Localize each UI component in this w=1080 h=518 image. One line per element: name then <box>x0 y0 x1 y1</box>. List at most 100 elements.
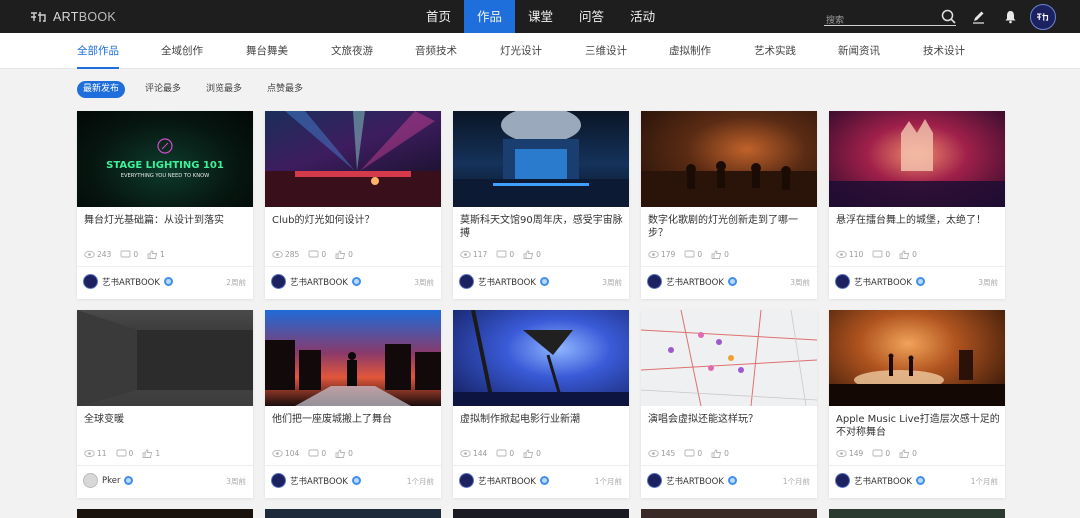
publish-time: 3周前 <box>414 278 434 287</box>
author-name[interactable]: 艺书ARTBOOK <box>102 276 160 288</box>
card-title[interactable]: Apple Music Live打造层次感十足的不对称舞台 <box>836 413 1000 439</box>
category-audio[interactable]: 音频技术 <box>415 33 457 69</box>
logo[interactable]: ARTBOOK <box>29 8 116 26</box>
author-name[interactable]: 艺书ARTBOOK <box>666 475 724 487</box>
author-avatar[interactable] <box>271 274 286 289</box>
category-all[interactable]: 全部作品 <box>77 33 119 69</box>
author-avatar[interactable] <box>835 473 850 488</box>
card-author[interactable]: 艺书ARTBOOK <box>271 473 361 488</box>
category-art-practice[interactable]: 艺术实践 <box>754 33 796 69</box>
sort-most-comments[interactable]: 评论最多 <box>139 81 187 98</box>
bell-icon[interactable] <box>1003 9 1018 24</box>
card-title[interactable]: 全球变暖 <box>84 413 248 426</box>
card-thumbnail[interactable] <box>641 111 817 207</box>
user-avatar[interactable] <box>1030 4 1056 30</box>
category-tech-design[interactable]: 技术设计 <box>923 33 965 69</box>
sort-most-likes[interactable]: 点赞最多 <box>261 81 309 98</box>
sort-newest[interactable]: 最新发布 <box>77 81 126 98</box>
card-thumbnail[interactable] <box>453 111 629 207</box>
publish-time: 3周前 <box>978 278 998 287</box>
nav-works[interactable]: 作品 <box>464 0 516 33</box>
card-author[interactable]: 艺书ARTBOOK <box>271 274 361 289</box>
author-name[interactable]: 艺书ARTBOOK <box>290 475 348 487</box>
author-name[interactable]: 艺书ARTBOOK <box>290 276 348 288</box>
search-icon[interactable] <box>941 9 956 24</box>
comments-count: 0 <box>509 448 515 458</box>
card-thumbnail[interactable] <box>829 310 1005 406</box>
author-avatar[interactable] <box>647 274 662 289</box>
work-card[interactable]: Apple Music Live打造层次感十足的不对称舞台 149 0 0 艺书… <box>829 310 1005 498</box>
card-thumbnail-partial[interactable] <box>829 509 1005 518</box>
category-lighting[interactable]: 灯光设计 <box>500 33 542 69</box>
category-news[interactable]: 新闻资讯 <box>838 33 880 69</box>
card-title[interactable]: 莫斯科天文馆90周年庆，感受宇宙脉搏 <box>460 214 624 240</box>
author-name[interactable]: 艺书ARTBOOK <box>666 276 724 288</box>
card-author[interactable]: 艺书ARTBOOK <box>459 473 549 488</box>
category-omni[interactable]: 全域创作 <box>161 33 203 69</box>
author-avatar[interactable] <box>835 274 850 289</box>
card-author[interactable]: Pker <box>83 473 134 488</box>
card-thumbnail-partial[interactable] <box>265 509 441 518</box>
card-author[interactable]: 艺书ARTBOOK <box>459 274 549 289</box>
card-title[interactable]: 数字化歌剧的灯光创新走到了哪一步？ <box>648 214 812 240</box>
logo-mark-icon <box>31 12 46 22</box>
author-avatar[interactable] <box>83 274 98 289</box>
nav-home[interactable]: 首页 <box>413 0 464 33</box>
card-title[interactable]: 悬浮在擂台舞上的城堡，太绝了！ <box>836 214 1000 227</box>
work-card[interactable]: 数字化歌剧的灯光创新走到了哪一步？ 179 0 0 艺书ARTBOOK 3周前 <box>641 111 817 299</box>
category-3d[interactable]: 三维设计 <box>585 33 627 69</box>
comment-icon <box>116 449 126 456</box>
author-avatar[interactable] <box>459 473 474 488</box>
likes-stat: 0 <box>523 449 541 458</box>
author-avatar[interactable] <box>647 473 662 488</box>
category-virtual[interactable]: 虚拟制作 <box>669 33 711 69</box>
author-name[interactable]: 艺书ARTBOOK <box>478 475 536 487</box>
card-author[interactable]: 艺书ARTBOOK <box>835 473 925 488</box>
work-card[interactable]: STAGE LIGHTING 101 EVERYTHING YOU NEED T… <box>77 111 253 299</box>
work-card[interactable]: 演唱会虚拟还能这样玩？ 145 0 0 艺书ARTBOOK 1个月前 <box>641 310 817 498</box>
nav-classroom[interactable]: 课堂 <box>515 0 566 33</box>
card-title[interactable]: 舞台灯光基础篇：从设计到落实 <box>84 214 248 227</box>
nav-qa[interactable]: 问答 <box>566 0 617 33</box>
card-thumbnail[interactable] <box>829 111 1005 207</box>
edit-icon[interactable] <box>971 9 986 24</box>
author-avatar[interactable] <box>83 473 98 488</box>
card-title[interactable]: 虚拟制作掀起电影行业新潮 <box>460 413 624 426</box>
card-thumbnail-partial[interactable] <box>77 509 253 518</box>
card-thumbnail[interactable] <box>641 310 817 406</box>
work-card[interactable]: 悬浮在擂台舞上的城堡，太绝了！ 110 0 0 艺书ARTBOOK 3周前 <box>829 111 1005 299</box>
work-card[interactable]: 莫斯科天文馆90周年庆，感受宇宙脉搏 117 0 0 艺书ARTBOOK 3周前 <box>453 111 629 299</box>
author-name[interactable]: 艺书ARTBOOK <box>854 475 912 487</box>
author-name[interactable]: 艺书ARTBOOK <box>854 276 912 288</box>
search-input[interactable] <box>824 12 934 28</box>
card-title[interactable]: Club的灯光如何设计？ <box>272 214 436 227</box>
views-count: 285 <box>285 249 300 259</box>
card-thumbnail[interactable] <box>453 310 629 406</box>
card-thumbnail-partial[interactable] <box>453 509 629 518</box>
work-card[interactable]: 他们把一座废城搬上了舞台 104 0 0 艺书ARTBOOK 1个月前 <box>265 310 441 498</box>
sort-most-views[interactable]: 浏览最多 <box>200 81 248 98</box>
work-card[interactable]: 全球变暖 11 0 1 Pker 3周前 <box>77 310 253 498</box>
card-author[interactable]: 艺书ARTBOOK <box>835 274 925 289</box>
category-night-tour[interactable]: 文旅夜游 <box>331 33 373 69</box>
author-name[interactable]: Pker <box>102 476 120 486</box>
card-title[interactable]: 他们把一座废城搬上了舞台 <box>272 413 436 426</box>
work-card[interactable]: Club的灯光如何设计？ 285 0 0 艺书ARTBOOK 3周前 <box>265 111 441 299</box>
author-name[interactable]: 艺书ARTBOOK <box>478 276 536 288</box>
author-avatar[interactable] <box>271 473 286 488</box>
card-author[interactable]: 艺书ARTBOOK <box>83 274 173 289</box>
card-thumbnail[interactable] <box>77 310 253 406</box>
work-card[interactable]: 虚拟制作掀起电影行业新潮 144 0 0 艺书ARTBOOK 1个月前 <box>453 310 629 498</box>
card-thumbnail[interactable] <box>265 111 441 207</box>
author-avatar[interactable] <box>459 274 474 289</box>
nav-events[interactable]: 活动 <box>617 0 668 33</box>
card-author[interactable]: 艺书ARTBOOK <box>647 473 737 488</box>
planetarium-graphic <box>453 111 629 207</box>
card-thumbnail[interactable] <box>265 310 441 406</box>
card-thumbnail[interactable]: STAGE LIGHTING 101 EVERYTHING YOU NEED T… <box>77 111 253 207</box>
category-stage[interactable]: 舞台舞美 <box>246 33 288 69</box>
card-author[interactable]: 艺书ARTBOOK <box>647 274 737 289</box>
card-title[interactable]: 演唱会虚拟还能这样玩？ <box>648 413 812 426</box>
eye-icon <box>648 449 659 457</box>
card-thumbnail-partial[interactable] <box>641 509 817 518</box>
